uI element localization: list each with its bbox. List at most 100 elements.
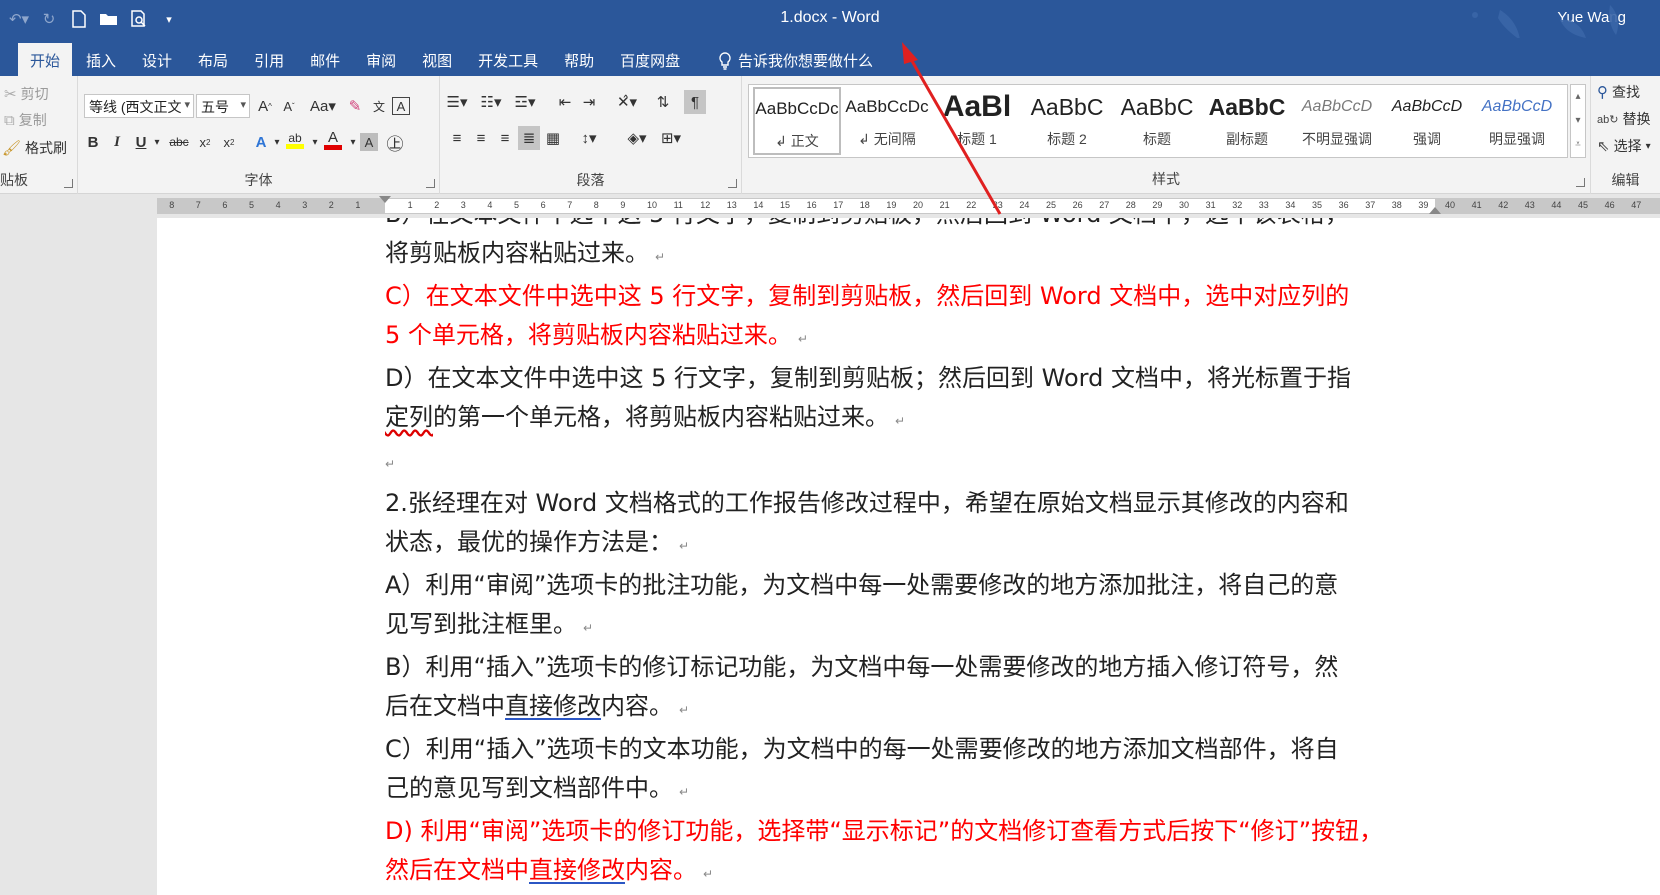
styles-launcher-icon[interactable]: [1576, 178, 1585, 187]
replace-button[interactable]: ab↻ 替换: [1597, 109, 1650, 129]
question-paragraph[interactable]: 状态，最优的操作方法是： ↵: [385, 523, 1605, 566]
tab-help[interactable]: 帮助: [552, 43, 606, 76]
empty-paragraph[interactable]: ↵: [385, 441, 1605, 484]
style-title[interactable]: AaBbC 标题: [1113, 87, 1201, 155]
scroll-down-icon[interactable]: ▾: [1571, 109, 1585, 133]
bullets-icon[interactable]: ☰▾: [446, 90, 468, 114]
highlight-icon[interactable]: ab: [284, 128, 306, 152]
sort-icon[interactable]: ⇅: [652, 90, 674, 114]
tab-view[interactable]: 视图: [410, 43, 464, 76]
more-styles-icon[interactable]: ⩡: [1571, 133, 1585, 157]
show-marks-icon[interactable]: ¶: [684, 90, 706, 114]
document-body[interactable]: B）在文本文件中选中这 5 行文字，复制到剪贴板，然后回到 Word 文档中，选…: [385, 218, 1605, 895]
decrease-indent-icon[interactable]: ⇤: [554, 90, 576, 114]
style-subtitle[interactable]: AaBbC 副标题: [1203, 87, 1291, 155]
option-b[interactable]: B）利用“插入”选项卡的修订标记功能，为文档中每一处需要修改的地方插入修订符号，…: [385, 648, 1605, 687]
horizontal-ruler[interactable]: 8 7 6 5 4 3 2 1 1 2 3 4 5 6 7 8 9 10 11 12 13 14 15 16 17 18 19 20 2…: [0, 194, 1660, 218]
style-no-spacing[interactable]: AaBbCcDc ↲ 无间隔: [843, 87, 931, 155]
shading-icon[interactable]: ◈▾: [622, 126, 652, 150]
font-size-dropdown[interactable]: 五号: [196, 94, 250, 118]
numbering-icon[interactable]: ☷▾: [480, 90, 502, 114]
subscript-icon[interactable]: x2: [194, 130, 216, 154]
character-shading-icon[interactable]: A: [360, 133, 378, 151]
tell-me-box[interactable]: 告诉我你想要做什么: [718, 50, 873, 71]
line-spacing-icon[interactable]: ↕▾: [574, 126, 604, 150]
style-normal[interactable]: AaBbCcDc ↲ 正文: [753, 87, 841, 155]
tab-home[interactable]: 开始: [18, 43, 73, 76]
tab-insert[interactable]: 插入: [74, 43, 128, 76]
style-intense-emphasis[interactable]: AaBbCcD 明显强调: [1473, 87, 1561, 155]
paragraph[interactable]: D）在文本文件中选中这 5 行文字，复制到剪贴板；然后回到 Word 文档中，将…: [385, 359, 1605, 398]
italic-icon[interactable]: I: [106, 130, 128, 154]
grow-font-icon[interactable]: A ^: [254, 94, 276, 118]
tab-design[interactable]: 设计: [130, 43, 184, 76]
shrink-font-icon[interactable]: Aˇ: [278, 94, 300, 118]
option-d-answer[interactable]: 然后在文档中直接修改内容。 ↵: [385, 851, 1605, 894]
answer-paragraph[interactable]: 5 个单元格，将剪贴板内容粘贴过来。 ↵: [385, 316, 1605, 359]
answer-paragraph[interactable]: C）在文本文件中选中这 5 行文字，复制到剪贴板，然后回到 Word 文档中，选…: [385, 277, 1605, 316]
multilevel-list-icon[interactable]: ☲▾: [514, 90, 536, 114]
copy-button[interactable]: ⧉ 复制: [4, 110, 47, 130]
chinese-layout-icon[interactable]: ✕̂▾: [612, 90, 642, 114]
grammar-underline[interactable]: 直接修改: [529, 856, 625, 884]
justify-icon[interactable]: ≣: [518, 126, 540, 150]
enclose-characters-icon[interactable]: ㊤: [384, 130, 406, 154]
font-launcher-icon[interactable]: [426, 179, 435, 188]
style-emphasis[interactable]: AaBbCcD 强调: [1383, 87, 1471, 155]
option-c[interactable]: C）利用“插入”选项卡的文本功能，为文档中的每一处需要修改的地方添加文档部件，将…: [385, 730, 1605, 769]
align-right-icon[interactable]: ≡: [494, 126, 516, 150]
borders-icon[interactable]: ⊞▾: [656, 126, 686, 150]
question-paragraph[interactable]: 2.张经理在对 Word 文档格式的工作报告修改过程中，希望在原始文档显示其修改…: [385, 484, 1605, 523]
tab-mailings[interactable]: 邮件: [298, 43, 352, 76]
phonetic-guide-icon[interactable]: 文: [368, 94, 390, 118]
character-border-icon[interactable]: A: [392, 97, 410, 115]
tab-references[interactable]: 引用: [242, 43, 296, 76]
right-indent-marker-icon[interactable]: [1429, 207, 1441, 214]
align-left-icon[interactable]: ≡: [446, 126, 468, 150]
paragraph-launcher-icon[interactable]: [728, 179, 737, 188]
ruler-number: 28: [1125, 200, 1136, 210]
style-heading-1[interactable]: AaBl 标题 1: [933, 87, 1021, 155]
paragraph[interactable]: 定列的第一个单元格，将剪贴板内容粘贴过来。 ↵: [385, 398, 1605, 441]
spelling-error[interactable]: 定列: [385, 403, 433, 431]
distributed-icon[interactable]: ▦: [542, 126, 564, 150]
style-heading-2[interactable]: AaBbC 标题 2: [1023, 87, 1111, 155]
clipboard-launcher-icon[interactable]: [64, 179, 73, 188]
tab-baidu-netdisk[interactable]: 百度网盘: [608, 43, 692, 76]
option-d-answer[interactable]: D) 利用“审阅”选项卡的修订功能，选择带“显示标记”的文档修订查看方式后按下“…: [385, 812, 1605, 851]
scroll-up-icon[interactable]: ▴: [1571, 85, 1585, 109]
font-color-icon[interactable]: A: [322, 128, 344, 152]
option-a[interactable]: 见写到批注框里。 ↵: [385, 605, 1605, 648]
styles-scrollbar[interactable]: ▴ ▾ ⩡: [1570, 84, 1586, 158]
ruler-track[interactable]: 8 7 6 5 4 3 2 1 1 2 3 4 5 6 7 8 9 10 11 12 13 14 15 16 17 18 19 20 2…: [157, 196, 1660, 214]
option-c[interactable]: 己的意见写到文档部件中。 ↵: [385, 769, 1605, 812]
tab-developer[interactable]: 开发工具: [466, 43, 550, 76]
underline-dropdown-icon[interactable]: ▾: [146, 130, 168, 154]
align-center-icon[interactable]: ≡: [470, 126, 492, 150]
change-case-button[interactable]: Aa ▾: [306, 94, 340, 118]
tab-review[interactable]: 审阅: [354, 43, 408, 76]
style-subtle-emphasis[interactable]: AaBbCcD 不明显强调: [1293, 87, 1381, 155]
paragraph[interactable]: 将剪贴板内容粘贴过来。 ↵: [385, 234, 1605, 277]
option-b[interactable]: 后在文档中直接修改内容。 ↵: [385, 687, 1605, 730]
document-page[interactable]: B）在文本文件中选中这 5 行文字，复制到剪贴板，然后回到 Word 文档中，选…: [157, 218, 1660, 895]
indent-marker-icon[interactable]: [379, 196, 391, 203]
tab-layout[interactable]: 布局: [186, 43, 240, 76]
bold-icon[interactable]: B: [82, 130, 104, 154]
document-area[interactable]: B）在文本文件中选中这 5 行文字，复制到剪贴板，然后回到 Word 文档中，选…: [0, 218, 1660, 895]
ruler-number: 7: [567, 200, 573, 210]
font-name-dropdown[interactable]: 等线 (西文正文: [84, 94, 194, 118]
increase-indent-icon[interactable]: ⇥: [578, 90, 600, 114]
ruler-number: 38: [1391, 200, 1402, 210]
grammar-underline[interactable]: 直接修改: [505, 692, 601, 720]
user-name[interactable]: Yue Wang: [1557, 9, 1626, 26]
strikethrough-icon[interactable]: abc: [166, 130, 192, 154]
clear-formatting-icon[interactable]: ✎: [344, 94, 366, 118]
find-button[interactable]: ⚲ 查找: [1597, 82, 1640, 102]
superscript-icon[interactable]: x2: [218, 130, 240, 154]
select-button[interactable]: ⇖ 选择 ▾: [1597, 136, 1651, 156]
cut-button[interactable]: ✂ 剪切: [4, 84, 49, 104]
option-a[interactable]: A）利用“审阅”选项卡的批注功能，为文档中每一处需要修改的地方添加批注，将自己的…: [385, 566, 1605, 605]
ruler-number: 46: [1604, 200, 1615, 210]
format-painter-button[interactable]: 🖌 格式刷: [2, 138, 67, 158]
